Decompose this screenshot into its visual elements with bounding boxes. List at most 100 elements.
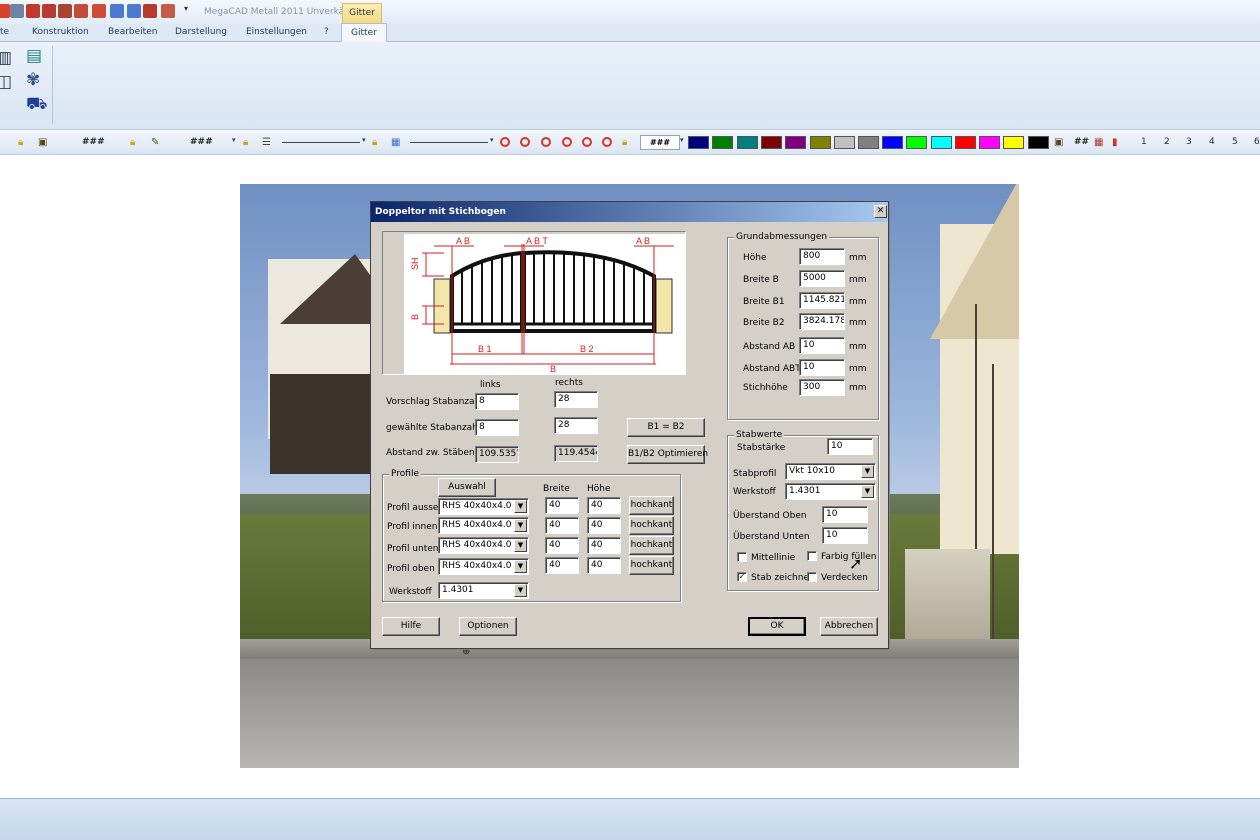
pen-value[interactable]: ### (190, 137, 213, 147)
color-swatch[interactable] (906, 136, 927, 149)
lock-icon-4[interactable]: 🔒︎ (372, 136, 377, 149)
vorschlag-rechts-field[interactable]: 28 (554, 391, 598, 408)
chevron-down-icon[interactable]: ▼ (861, 465, 874, 478)
redo-icon[interactable] (127, 4, 141, 18)
group-6[interactable]: 6 (1254, 137, 1260, 147)
profil-innen-hoehe-field[interactable]: 40 (587, 517, 621, 534)
color-value-box[interactable]: ### (640, 135, 680, 150)
zoom-window-icon[interactable] (541, 137, 551, 147)
tab-darstellung[interactable]: Darstellung (175, 27, 227, 37)
color-swatch[interactable] (737, 136, 758, 149)
color-swatch[interactable] (931, 136, 952, 149)
profil-aussen-hoehe-field[interactable]: 40 (587, 497, 621, 514)
stab-zeichnen-checkbox[interactable]: ✓ (737, 572, 747, 582)
measure-icon[interactable] (143, 4, 157, 18)
hash-toggle[interactable]: ## (1074, 137, 1089, 147)
lock-icon-3[interactable]: 🔒︎ (243, 136, 248, 149)
chevron-down-icon[interactable]: ▼ (514, 584, 527, 597)
page-icon[interactable] (0, 4, 10, 18)
undo-icon[interactable] (110, 4, 124, 18)
breite-b1-field[interactable]: 1145.8213 (799, 292, 845, 309)
document-stack-icon[interactable]: ▤ (26, 48, 42, 65)
zoom-all-icon[interactable] (562, 137, 572, 147)
stabstaerke-field[interactable]: 10 (827, 438, 873, 455)
profil-unten-select[interactable]: RHS 40x40x4.0 ▼ (438, 537, 529, 554)
breite-b-field[interactable]: 5000 (799, 270, 845, 287)
tab-gitter[interactable]: Gitter (341, 23, 387, 42)
ueberstand-oben-field[interactable]: 10 (822, 506, 868, 523)
bar-color-icon[interactable]: ▮ (1112, 136, 1118, 149)
auswahl-button[interactable]: Auswahl (438, 478, 496, 497)
zoom-out-icon[interactable] (500, 137, 510, 147)
hilfe-button[interactable]: Hilfe (382, 617, 440, 636)
stichhoehe-field[interactable]: 300 (799, 379, 845, 396)
zoom-pan-icon[interactable] (602, 137, 612, 147)
profile-werkstoff-select[interactable]: 1.4301 ▼ (438, 582, 529, 599)
profil-innen-breite-field[interactable]: 40 (545, 517, 579, 534)
tab-help[interactable]: ? (324, 27, 329, 37)
grid-color-icon[interactable]: ▦ (1094, 136, 1103, 149)
color-swatch[interactable] (761, 136, 782, 149)
color-swatch[interactable] (858, 136, 879, 149)
profil-oben-hochkant-button[interactable]: hochkant (629, 556, 674, 575)
close-button[interactable]: ✕ (874, 205, 887, 218)
color-swatch[interactable] (882, 136, 903, 149)
profil-unten-hoehe-field[interactable]: 40 (587, 537, 621, 554)
line-width-preview[interactable] (410, 142, 488, 143)
tab-datei[interactable]: te (0, 27, 9, 37)
color-swatch[interactable] (1003, 136, 1024, 149)
group-1[interactable]: 1 (1141, 137, 1147, 147)
abstand-ab-field[interactable]: 10 (799, 337, 845, 354)
color-swatch[interactable] (1028, 136, 1049, 149)
profil-aussen-select[interactable]: RHS 40x40x4.0 ▼ (438, 498, 529, 515)
color-swatch[interactable] (810, 136, 831, 149)
gewaehlt-links-field[interactable]: 8 (475, 419, 519, 436)
b1b2-optimieren-button[interactable]: B1/B2 Optimieren (627, 445, 708, 464)
chevron-down-icon[interactable]: ▼ (514, 560, 527, 573)
color-swatch[interactable] (955, 136, 976, 149)
layer-value[interactable]: ### (82, 137, 105, 147)
butterfly-icon[interactable]: ✾ (26, 72, 40, 89)
mittellinie-checkbox[interactable] (737, 552, 747, 562)
line-style-icon[interactable]: ☰ (262, 136, 271, 149)
line-width-dropdown-arrow[interactable]: ▾ (490, 136, 494, 144)
line-width-icon[interactable]: ▦ (391, 136, 400, 149)
tab-einstellungen[interactable]: Einstellungen (246, 27, 307, 37)
profil-oben-hoehe-field[interactable]: 40 (587, 557, 621, 574)
grid-icon[interactable]: ▥ (0, 50, 12, 67)
color-swatch[interactable] (688, 136, 709, 149)
stabprofil-select[interactable]: Vkt 10x10 ▼ (785, 463, 876, 480)
zoom-in-icon[interactable] (520, 137, 530, 147)
profil-innen-select[interactable]: RHS 40x40x4.0 ▼ (438, 517, 529, 534)
group-2[interactable]: 2 (1164, 137, 1170, 147)
save-icon[interactable] (10, 4, 24, 18)
farbig-fuellen-checkbox[interactable] (807, 551, 817, 561)
verdecken-checkbox[interactable] (807, 572, 817, 582)
layer-save-icon[interactable]: ▣ (38, 136, 47, 149)
color-swatch[interactable] (979, 136, 1000, 149)
tab-konstruktion[interactable]: Konstruktion (32, 27, 89, 37)
hoehe-field[interactable]: 800 (799, 248, 845, 265)
stab-werkstoff-select[interactable]: 1.4301 ▼ (785, 483, 876, 500)
grid-settings-icon[interactable] (161, 4, 175, 18)
color-dropdown-arrow[interactable]: ▾ (680, 136, 684, 144)
pen-dropdown-arrow[interactable]: ▾ (232, 136, 236, 144)
color-swatch[interactable] (834, 136, 855, 149)
ueberstand-unten-field[interactable]: 10 (822, 527, 868, 544)
lock-icon[interactable]: 🔒︎ (18, 136, 23, 149)
group-3[interactable]: 3 (1186, 137, 1192, 147)
vorschlag-links-field[interactable]: 8 (475, 393, 519, 410)
optionen-button[interactable]: Optionen (459, 617, 517, 636)
profil-oben-select[interactable]: RHS 40x40x4.0 ▼ (438, 558, 529, 575)
open-book-icon[interactable]: ◫ (0, 74, 12, 91)
chevron-down-icon[interactable]: ▼ (514, 519, 527, 532)
abstand-abt-field[interactable]: 10 (799, 359, 845, 376)
picture-icon[interactable]: ▣ (1054, 136, 1063, 149)
abbrechen-button[interactable]: Abbrechen (820, 617, 878, 636)
gewaehlt-rechts-field[interactable]: 28 (554, 417, 598, 434)
customize-arrow-icon[interactable]: ▾ (184, 4, 192, 18)
chevron-down-icon[interactable]: ▼ (514, 500, 527, 513)
b1-equals-b2-button[interactable]: B1 = B2 (627, 418, 705, 437)
shopping-cart-icon[interactable]: ⛟ (26, 96, 47, 113)
edit-icon[interactable] (92, 4, 106, 18)
